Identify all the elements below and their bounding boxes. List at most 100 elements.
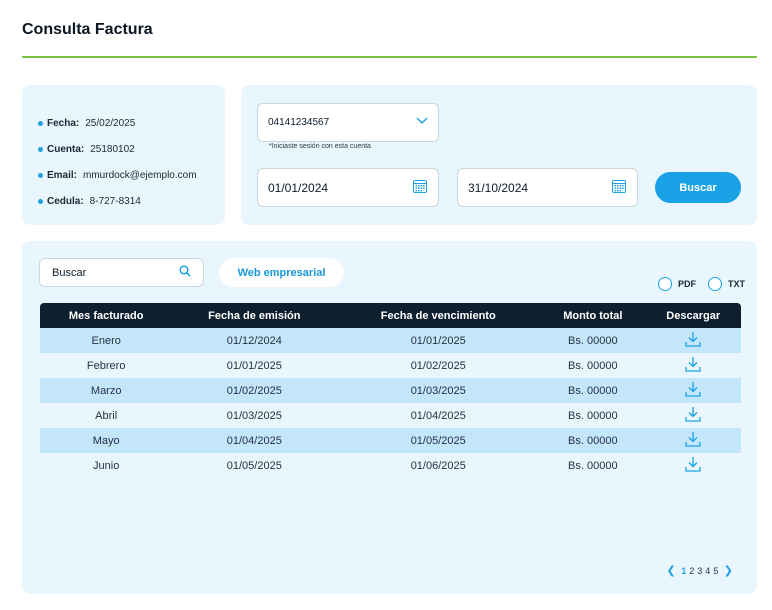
calendar-icon[interactable]	[611, 178, 627, 197]
info-row-fecha: Fecha: 25/02/2025	[38, 110, 225, 136]
table-row: Enero 01/12/2024 01/01/2025 Bs. 00000	[40, 328, 741, 353]
info-label: Cedula:	[47, 195, 84, 207]
account-hint: *Iniciaste sesión con esta cuenta	[269, 143, 371, 150]
page-link[interactable]: 2	[689, 566, 694, 576]
table-cell: 01/06/2025	[410, 459, 466, 472]
title-divider	[22, 56, 757, 58]
table-row: Junio 01/05/2025 01/06/2025 Bs. 00000	[40, 453, 741, 478]
table-cell: 01/01/2025	[410, 334, 466, 347]
info-label: Cuenta:	[47, 143, 85, 155]
download-cell	[645, 428, 741, 453]
page-title: Consulta Factura	[22, 21, 153, 38]
info-row-email: Email: mmurdock@ejemplo.com	[38, 162, 225, 188]
download-icon[interactable]	[684, 355, 702, 376]
table-cell: Bs. 00000	[568, 459, 618, 472]
chevron-right-icon[interactable]: ❯	[724, 564, 733, 577]
table-cell: 01/03/2025	[410, 384, 466, 397]
search-placeholder: Buscar	[52, 266, 87, 279]
table-row: Abril 01/03/2025 01/04/2025 Bs. 00000	[40, 403, 741, 428]
download-cell	[645, 328, 741, 353]
table-row: Marzo 01/02/2025 01/03/2025 Bs. 00000	[40, 378, 741, 403]
page-link[interactable]: 1	[681, 566, 686, 576]
chevron-down-icon	[416, 117, 428, 128]
info-row-cedula: Cedula: 8-727-8314	[38, 188, 225, 214]
table-cell: 01/04/2025	[410, 409, 466, 422]
column-header: Fecha de vencimiento	[380, 309, 496, 322]
info-value: 25/02/2025	[85, 117, 136, 129]
bullet-icon	[38, 146, 43, 152]
table-cell: 01/12/2024	[226, 334, 282, 347]
table-cell: 01/03/2025	[226, 409, 282, 422]
page-link[interactable]: 4	[705, 566, 710, 576]
table-cell: 01/02/2025	[410, 359, 466, 372]
table-cell: Bs. 00000	[568, 434, 618, 447]
table-cell: Abril	[95, 409, 118, 422]
download-cell	[645, 353, 741, 378]
info-value: 25180102	[90, 143, 135, 155]
format-label: PDF	[678, 279, 696, 289]
bullet-icon	[38, 198, 43, 204]
search-icon[interactable]	[179, 265, 191, 280]
table-cell: 01/01/2025	[226, 359, 282, 372]
table-cell: 01/05/2025	[410, 434, 466, 447]
filter-card: 04141234567 *Iniciaste sesión con esta c…	[241, 85, 757, 225]
web-empresarial-button[interactable]: Web empresarial	[219, 258, 344, 287]
table-row: Mayo 01/04/2025 01/05/2025 Bs. 00000	[40, 428, 741, 453]
format-radio-group: PDF TXT	[646, 277, 745, 291]
info-row-cuenta: Cuenta: 25180102	[38, 136, 225, 162]
table-cell: Junio	[93, 459, 120, 472]
download-icon[interactable]	[684, 330, 702, 351]
radio-icon[interactable]	[658, 277, 672, 291]
table-cell: Marzo	[90, 384, 122, 397]
info-label: Email:	[47, 169, 78, 181]
table-cell: 01/04/2025	[226, 434, 282, 447]
download-icon[interactable]	[684, 380, 702, 401]
table-cell: Enero	[91, 334, 121, 347]
download-cell	[645, 453, 741, 478]
column-header: Fecha de emisión	[208, 309, 301, 322]
download-icon[interactable]	[684, 430, 702, 451]
date-to-field[interactable]: 31/10/2024	[457, 168, 638, 207]
account-info-card: Fecha: 25/02/2025 Cuenta: 25180102 Email…	[22, 85, 225, 225]
download-cell	[645, 403, 741, 428]
bullet-icon	[38, 120, 43, 126]
search-button[interactable]: Buscar	[655, 172, 741, 203]
date-from-field[interactable]: 01/01/2024	[257, 168, 439, 207]
table-cell: Bs. 00000	[568, 359, 618, 372]
table-cell: Bs. 00000	[568, 384, 618, 397]
table-header-row: Mes facturado Fecha de emisión Fecha de …	[40, 303, 741, 328]
download-cell	[645, 378, 741, 403]
table-cell: Bs. 00000	[568, 409, 618, 422]
download-icon[interactable]	[684, 455, 702, 476]
date-to-value: 31/10/2024	[468, 180, 529, 195]
pagination: ❮ 1 2 3 4 5 ❯	[662, 564, 737, 577]
calendar-icon[interactable]	[412, 178, 428, 197]
download-icon[interactable]	[684, 405, 702, 426]
page-link[interactable]: 5	[713, 566, 718, 576]
search-input[interactable]: Buscar	[39, 258, 204, 287]
table-cell: Mayo	[92, 434, 120, 447]
invoice-table-card: Buscar Web empresarial PDF TXT Mes factu…	[22, 241, 757, 594]
table-row: Febrero 01/01/2025 01/02/2025 Bs. 00000	[40, 353, 741, 378]
column-header: Mes facturado	[68, 309, 144, 322]
account-value: 04141234567	[268, 117, 330, 128]
info-value: mmurdock@ejemplo.com	[83, 169, 197, 181]
format-label: TXT	[728, 279, 745, 289]
account-select[interactable]: 04141234567	[257, 103, 439, 142]
bullet-icon	[38, 172, 43, 178]
table-cell: Febrero	[86, 359, 126, 372]
column-header: Monto total	[563, 309, 623, 322]
info-value: 8-727-8314	[89, 195, 141, 207]
table-cell: 01/02/2025	[226, 384, 282, 397]
format-option-pdf[interactable]: PDF	[658, 277, 696, 291]
table-cell: 01/05/2025	[226, 459, 282, 472]
column-header: Descargar	[666, 309, 721, 322]
format-option-txt[interactable]: TXT	[708, 277, 745, 291]
invoice-table: Mes facturado Fecha de emisión Fecha de …	[40, 303, 741, 478]
date-from-value: 01/01/2024	[268, 180, 329, 195]
chevron-left-icon[interactable]: ❮	[666, 564, 675, 577]
info-label: Fecha:	[47, 117, 80, 129]
radio-icon[interactable]	[708, 277, 722, 291]
table-cell: Bs. 00000	[568, 334, 618, 347]
page-link[interactable]: 3	[697, 566, 702, 576]
